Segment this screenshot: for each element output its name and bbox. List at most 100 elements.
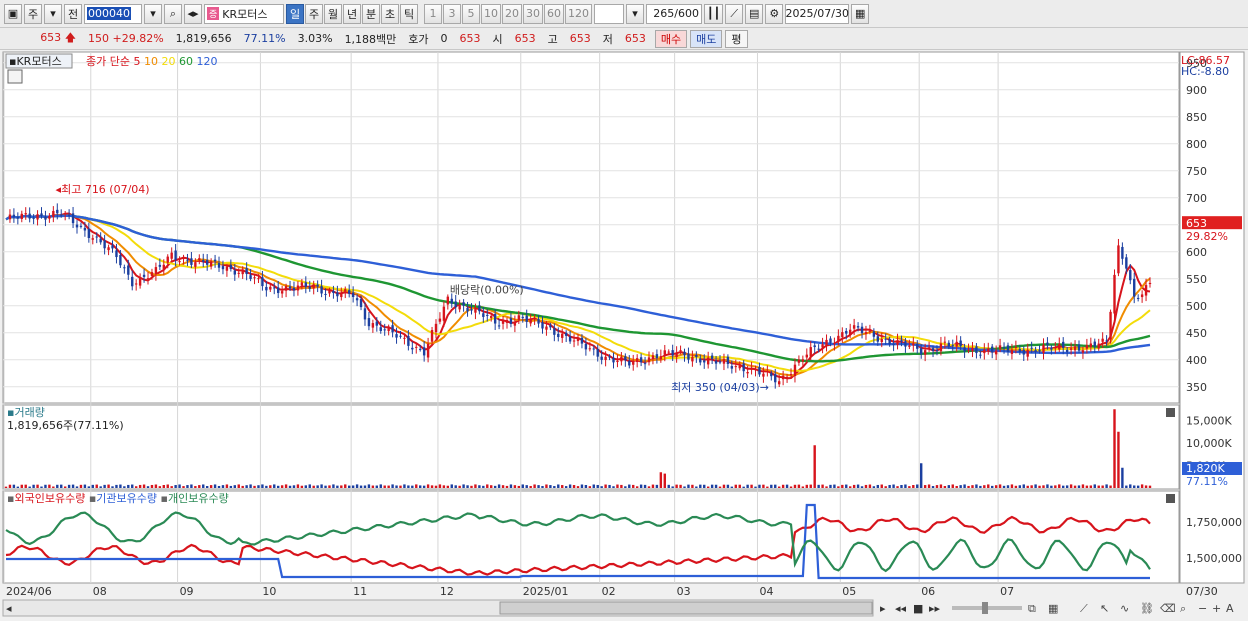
volume-bar: [939, 484, 943, 488]
holder-legend-item[interactable]: 개인보유수량: [168, 492, 229, 505]
period-tab-6[interactable]: 틱: [400, 3, 418, 24]
interval-tab-20[interactable]: 20: [502, 3, 522, 24]
fast-forward-icon[interactable]: ▸▸: [929, 602, 941, 615]
period-tab-3[interactable]: 년: [343, 3, 361, 24]
candle-body: [387, 326, 390, 332]
holder-legend-item[interactable]: 외국인보유수량: [14, 492, 88, 505]
volume-bar: [785, 484, 789, 488]
volume-bar: [639, 484, 643, 488]
candle-body: [1101, 338, 1104, 342]
line-tool-icon[interactable]: ⟋: [1080, 602, 1088, 615]
interval-tab-120[interactable]: 120: [565, 3, 592, 24]
candle-body: [699, 358, 702, 363]
stock-chart[interactable]: 9509008508007507006506005505004504003501…: [0, 50, 1248, 621]
wave-icon[interactable]: ∿: [1120, 602, 1129, 615]
ma-legend[interactable]: 종가 단순 5 10 20 60 120: [86, 55, 217, 68]
market-dropdown-icon[interactable]: ▾: [44, 3, 62, 24]
count-field[interactable]: 265/600: [646, 3, 702, 24]
eraser-icon[interactable]: ⌫: [1160, 602, 1176, 615]
volume-bar: [860, 486, 864, 488]
candle-body: [1034, 350, 1037, 352]
volume-bar: [624, 486, 627, 488]
prev-button[interactable]: 전: [64, 3, 82, 24]
candle-body: [931, 348, 935, 351]
scrollbar-thumb[interactable]: [499, 601, 873, 615]
volume-panel[interactable]: [2, 404, 1180, 490]
zoom-slider-handle[interactable]: [982, 602, 988, 614]
code-dropdown-icon[interactable]: ▾: [144, 3, 162, 24]
interval-tab-60[interactable]: 60: [544, 3, 564, 24]
x-axis-label: 04: [759, 585, 773, 598]
interval-tab-10[interactable]: 10: [481, 3, 501, 24]
holder-legend-item[interactable]: 기관보유수량: [96, 492, 160, 505]
volume-bar: [221, 485, 225, 488]
link-icon[interactable]: ⛓: [1140, 602, 1154, 615]
volume-bar: [1069, 484, 1073, 488]
stop-icon[interactable]: ■: [913, 602, 923, 615]
period-tab-5[interactable]: 초: [381, 3, 399, 24]
ma-legend-20[interactable]: 20: [161, 55, 179, 68]
candle-body: [221, 266, 225, 270]
candle-body: [395, 334, 398, 338]
volume: 1,819,656: [175, 32, 232, 45]
interval-dropdown-icon[interactable]: ▾: [626, 3, 644, 24]
volume-panel-close-icon[interactable]: [1166, 408, 1175, 417]
eval-button[interactable]: 평: [725, 29, 748, 48]
volume-bar: [1129, 484, 1132, 488]
calendar-icon[interactable]: ▦: [851, 3, 870, 24]
max-price-note: ◂최고 716 (07/04): [56, 183, 150, 196]
interval-tab-30[interactable]: 30: [523, 3, 543, 24]
date-field[interactable]: 2025/07/30: [785, 3, 850, 24]
candle-body: [411, 347, 414, 350]
zoom-icon[interactable]: ⌕: [1180, 602, 1186, 615]
interval-tab-5[interactable]: 5: [462, 3, 480, 24]
volume-bar: [908, 486, 911, 488]
period-tab-0[interactable]: 일: [286, 3, 304, 24]
speaker-icon[interactable]: ◂▸: [184, 3, 202, 24]
candle-body: [363, 308, 367, 320]
volume-bar: [699, 484, 702, 488]
interval-tab-1[interactable]: 1: [424, 3, 442, 24]
rewind-icon[interactable]: ◂◂: [895, 602, 907, 615]
ma-legend-10[interactable]: 10: [144, 55, 162, 68]
volume-bar: [896, 486, 899, 488]
candle-icon[interactable]: ┃┃: [704, 3, 724, 24]
zoom-in-icon[interactable]: +: [1212, 602, 1221, 615]
stock-name-field[interactable]: 증 KR모터스: [204, 3, 284, 24]
calendar-grid-icon[interactable]: [7, 69, 23, 84]
table-icon[interactable]: ▦: [1048, 602, 1058, 615]
draw-tool-icon[interactable]: ⟋: [725, 3, 744, 24]
period-tab-1[interactable]: 주: [305, 3, 323, 24]
period-tab-4[interactable]: 분: [362, 3, 380, 24]
cursor-icon[interactable]: ↖: [1100, 602, 1109, 615]
scroll-right-icon[interactable]: ▸: [880, 602, 886, 615]
volume-bar: [683, 486, 686, 488]
interval-input[interactable]: [594, 3, 624, 24]
period-tab-2[interactable]: 월: [324, 3, 342, 24]
sell-button[interactable]: 매도: [690, 29, 723, 48]
holder-legend[interactable]: ▪외국인보유수량 ▪기관보유수량 ▪개인보유수량: [7, 492, 229, 505]
save-icon[interactable]: ▤: [745, 3, 764, 24]
search-icon[interactable]: ⌕: [164, 3, 182, 24]
candle-body: [95, 236, 98, 238]
ma-legend-60[interactable]: 60: [179, 55, 197, 68]
interval-tab-3[interactable]: 3: [443, 3, 461, 24]
scroll-left-icon[interactable]: ◂: [6, 602, 12, 615]
candle-body: [632, 361, 635, 365]
market-select[interactable]: 주: [24, 3, 42, 24]
font-size-icon[interactable]: A: [1226, 602, 1234, 615]
volume-bar: [809, 484, 812, 488]
stock-code-input[interactable]: 000040: [84, 3, 142, 24]
volume-bar: [671, 486, 674, 488]
ma-legend-120[interactable]: 120: [196, 55, 217, 68]
volume-bar: [758, 484, 761, 488]
buy-button[interactable]: 매수: [654, 29, 688, 48]
holder-panel-close-icon[interactable]: [1166, 494, 1175, 503]
zoom-out-icon[interactable]: −: [1198, 602, 1207, 615]
ma-legend-5[interactable]: 5: [133, 55, 144, 68]
layout-icon[interactable]: ⧉: [1028, 602, 1036, 615]
volume-bar: [340, 485, 343, 488]
gear-icon[interactable]: ⚙: [765, 3, 784, 24]
candle-body: [505, 320, 509, 323]
chart-menu-icon[interactable]: ▣: [4, 3, 22, 24]
